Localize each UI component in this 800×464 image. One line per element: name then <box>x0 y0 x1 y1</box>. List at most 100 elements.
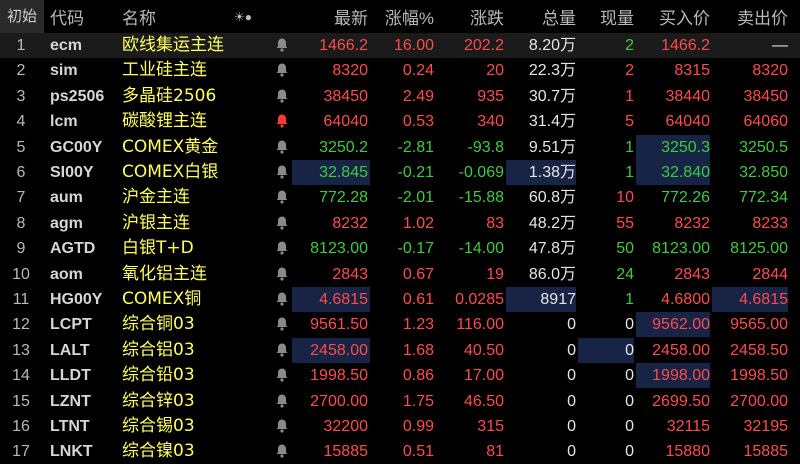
cell-code: AGTD <box>50 240 96 258</box>
table-row[interactable]: 5 GC00Y COMEX黄金 3250.2 -2.81 -93.8 9.51万 1 3250.… <box>0 134 800 160</box>
cell-name: COMEX铜 <box>122 289 202 309</box>
table-row[interactable]: 9 AGTD 白银T+D 8123.00 -0.17 -14.00 47.8万 50 8123.… <box>0 236 800 261</box>
bell-icon[interactable] <box>275 291 289 307</box>
cell-bid: 8123.00 <box>652 240 710 258</box>
cell-cur: 0 <box>625 367 634 385</box>
cell-code: ps2506 <box>50 87 105 105</box>
cell-last: 1466.2 <box>319 37 368 54</box>
cell-bid: 32115 <box>666 418 710 435</box>
cell-pct: 0.67 <box>402 265 434 283</box>
header-cur[interactable]: 现量 <box>578 4 634 29</box>
bell-icon[interactable] <box>275 113 289 129</box>
bell-icon[interactable] <box>275 316 289 332</box>
cell-chg: 935 <box>477 87 504 105</box>
cell-chg: 17.00 <box>463 367 504 385</box>
cell-name: 综合锌03 <box>122 390 195 411</box>
cell-vol: 0 <box>567 367 576 385</box>
cell-last: 9561.50 <box>310 316 368 334</box>
cell-idx: 15 <box>12 392 30 410</box>
cell-vol: 0 <box>567 392 576 410</box>
header-chg[interactable]: 涨跌 <box>436 4 504 29</box>
bell-icon[interactable] <box>275 215 289 231</box>
cell-vol: 30.7万 <box>528 87 576 105</box>
cell-last: 64040 <box>323 113 369 131</box>
cell-vol: 0 <box>567 341 576 359</box>
table-row[interactable]: 11 HG00Y COMEX铜 4.6815 0.61 0.0285 8917 1 4.6800… <box>0 287 800 312</box>
table-header: 初始 代码 名称 ☀● 最新 涨幅% 涨跌 总量 现量 买入价 卖出价 <box>0 0 800 33</box>
table-row[interactable]: 1 ecm 欧线集运主连 1466.2 16.00 202.2 8.20万 2 1466.2 — <box>0 33 800 58</box>
header-code[interactable]: 代码 <box>50 4 120 29</box>
header-index[interactable]: 初始 <box>0 0 44 33</box>
cell-pct: 1.23 <box>402 316 434 334</box>
cell-bid: 8315 <box>674 62 710 80</box>
cell-idx: 1 <box>16 37 26 54</box>
cell-last: 4.6815 <box>292 287 370 312</box>
header-last[interactable]: 最新 <box>292 4 370 29</box>
bell-icon[interactable] <box>275 367 289 383</box>
cell-idx: 8 <box>16 214 26 232</box>
cell-chg: 46.50 <box>463 392 504 410</box>
cell-last: 2458.00 <box>292 337 370 363</box>
table-row[interactable]: 14 LLDT 综合铅03 1998.50 0.86 17.00 0 0 1998.00 1998… <box>0 363 800 389</box>
table-row[interactable]: 10 aom 氧化铝主连 2843 0.67 19 86.0万 24 2843 2844 <box>0 262 800 287</box>
bell-icon[interactable] <box>275 342 289 358</box>
cell-pct: 0.53 <box>402 113 434 131</box>
cell-vol: 8917 <box>506 287 576 312</box>
bell-icon[interactable] <box>275 139 289 155</box>
table-row[interactable]: 6 SI00Y COMEX白银 32.845 -0.21 -0.069 1.38万 1 32.8… <box>0 160 800 185</box>
cell-pct: -2.81 <box>397 138 434 156</box>
cell-cur: 2 <box>625 37 634 54</box>
bell-icon[interactable] <box>275 418 289 434</box>
bell-icon[interactable] <box>275 88 289 104</box>
cell-cur: 24 <box>616 265 634 283</box>
bell-icon[interactable] <box>275 164 289 180</box>
cell-bid: 4.6800 <box>661 291 710 308</box>
cell-name: 白银T+D <box>122 238 194 259</box>
table-row[interactable]: 13 LALT 综合铝03 2458.00 1.68 40.50 0 0 2458.00 2458… <box>0 337 800 363</box>
cell-cur: 0 <box>625 316 634 334</box>
bell-icon[interactable] <box>275 266 289 282</box>
table-row[interactable]: 16 LTNT 综合锡03 32200 0.99 315 0 0 32115 32195 <box>0 414 800 439</box>
bell-icon[interactable] <box>275 189 289 205</box>
settings-icon[interactable]: ☀● <box>234 10 252 24</box>
bell-icon[interactable] <box>275 37 289 53</box>
cell-idx: 6 <box>16 164 26 181</box>
table-row[interactable]: 15 LZNT 综合锌03 2700.00 1.75 46.50 0 0 2699.50 2700… <box>0 389 800 414</box>
cell-bid: 1466.2 <box>661 37 710 54</box>
cell-last: 32.845 <box>292 160 370 185</box>
table-row[interactable]: 4 lcm 碳酸锂主连 64040 0.53 340 31.4万 5 64040 64060 <box>0 109 800 134</box>
header-vol[interactable]: 总量 <box>506 4 576 29</box>
table-row[interactable]: 8 agm 沪银主连 8232 1.02 83 48.2万 55 8232 8233 <box>0 211 800 236</box>
table-row[interactable]: 3 ps2506 多晶硅2506 38450 2.49 935 30.7万 1 38440 384… <box>0 84 800 109</box>
cell-ask: 9565.00 <box>730 316 788 334</box>
table-row[interactable]: 12 LCPT 综合铜03 9561.50 1.23 116.00 0 0 9562.00 956… <box>0 312 800 338</box>
bell-icon[interactable] <box>275 240 289 256</box>
table-row[interactable]: 2 sim 工业硅主连 8320 0.24 20 22.3万 2 8315 8320 <box>0 58 800 83</box>
cell-vol: 48.2万 <box>528 214 576 232</box>
table-row[interactable]: 7 aum 沪金主连 772.28 -2.01 -15.88 60.8万 10 772.26 77… <box>0 185 800 210</box>
bell-icon[interactable] <box>275 393 289 409</box>
table-row[interactable]: 17 LNKT 综合镍03 15885 0.51 81 0 0 15880 15885 <box>0 439 800 464</box>
cell-idx: 12 <box>12 316 30 334</box>
bell-icon[interactable] <box>275 443 289 459</box>
cell-chg: 116.00 <box>456 316 504 334</box>
header-bid[interactable]: 买入价 <box>636 4 710 29</box>
cell-cur: 5 <box>625 113 634 131</box>
cell-vol: 1.38万 <box>506 160 576 185</box>
header-pct[interactable]: 涨幅% <box>370 4 434 29</box>
cell-idx: 3 <box>16 87 26 105</box>
cell-bid: 9562.00 <box>636 312 710 338</box>
cell-code: ecm <box>50 37 83 54</box>
cell-last: 1998.50 <box>310 367 368 385</box>
cell-name: 碳酸锂主连 <box>122 111 207 132</box>
cell-ask: 1998.50 <box>730 367 788 385</box>
header-ask[interactable]: 卖出价 <box>712 4 788 29</box>
cell-name: 综合铅03 <box>122 365 195 386</box>
cell-code: sim <box>50 62 78 80</box>
cell-ask: 2844 <box>752 265 788 283</box>
bell-icon[interactable] <box>275 62 289 78</box>
cell-idx: 9 <box>16 240 26 258</box>
cell-last: 8320 <box>332 62 368 80</box>
cell-code: LNKT <box>50 443 93 461</box>
cell-ask: 32.850 <box>739 164 788 181</box>
